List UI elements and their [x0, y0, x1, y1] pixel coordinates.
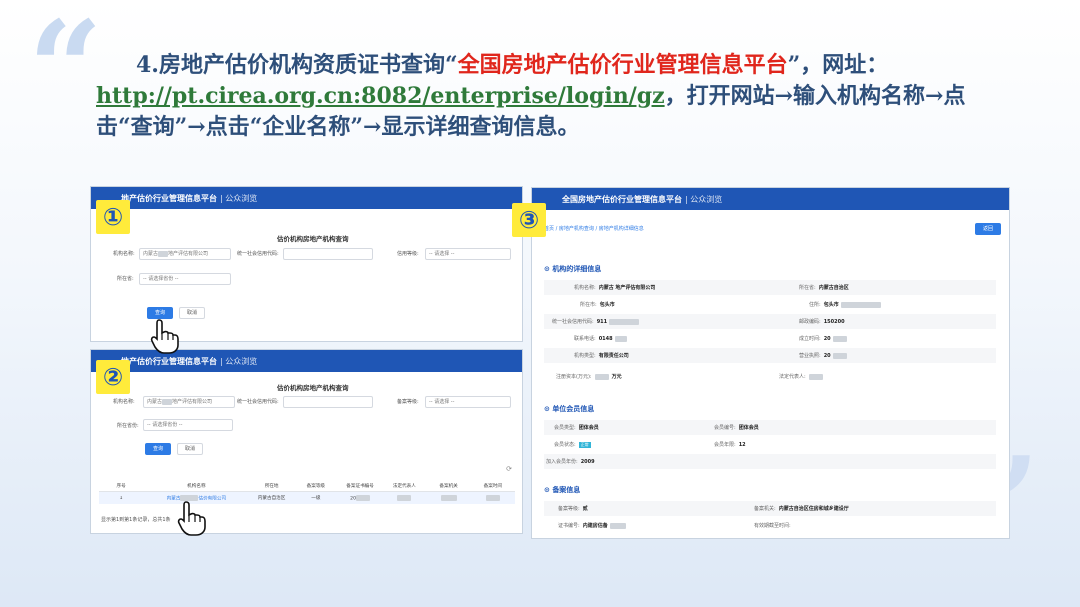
member-status-badge: 正常 [578, 442, 591, 448]
step1-region-select[interactable]: -- 请选择省份 -- [139, 273, 231, 285]
col-index: 序号 [116, 483, 126, 489]
quote-open-decoration: “ [28, 0, 103, 145]
col-authority: 备案机关 [439, 483, 458, 489]
step1-level-label: 信用等级: [397, 251, 419, 257]
col-rep: 法定代表人 [392, 483, 416, 489]
pointer-hand-icon [150, 319, 179, 354]
step2-org-name-label: 机构名称: [113, 399, 135, 405]
step1-cancel-button[interactable]: 取消 [179, 307, 205, 319]
platform-name: 全国房地产估价行业管理信息平台 [457, 52, 788, 78]
step3-screenshot: 全国房地产估价行业管理信息平台 | 公众浏览 首页 / 房地产机构查询 / 房地产… [531, 187, 1010, 539]
member-row-3: 加入会员年份: 2009 [544, 454, 996, 470]
col-org-name: 机构名称 [187, 483, 206, 489]
step1-badge: ① [96, 200, 130, 234]
row-authority [426, 494, 470, 502]
section-member-info: ⊙ 单位会员信息 [544, 405, 595, 413]
step2-org-name-input[interactable]: 内蒙古 地产评估有限公司 [143, 396, 235, 408]
step1-header: 地产估价行业管理信息平台 | 公众浏览 [91, 187, 522, 209]
member-row-1: 会员类型: 团体会员 会员编号: 团体会员 [544, 420, 996, 436]
row-level: 一级 [311, 496, 321, 501]
step2-credit-label: 统一社会信用代码: [237, 399, 279, 405]
step1-org-name-label: 机构名称: [113, 251, 135, 257]
headline-text: 4.房地产估价机构资质证书查询“全国房地产估价行业管理信息平台”，网址： http… [96, 50, 996, 143]
step1-credit-label: 统一社会信用代码: [237, 251, 279, 257]
step2-level-label: 备案等级: [397, 399, 419, 405]
results-table-header: 序号 机构名称 所在地 备案等级 备案证书编号 法定代表人 备案机关 备案时间 [99, 480, 515, 492]
step1-region-label: 所在省: [117, 276, 134, 282]
refresh-icon[interactable]: ⟳ [506, 465, 512, 473]
headline-part2: ”，网址： [787, 52, 889, 78]
step2-level-select[interactable]: -- 请选择 -- [425, 396, 511, 408]
record-row-1: 备案等级: 贰 备案机关: 内蒙古自治区住房和城乡建设厅 [544, 501, 996, 517]
step2-screenshot: 地产估价行业管理信息平台 | 公众浏览 估价机构房地产机构查询 机构名称: 内蒙古… [90, 349, 523, 534]
pager-text: 显示第1到第1条记录，总共1条 [101, 517, 171, 523]
step2-region-select[interactable]: -- 请选择省份 -- [143, 419, 233, 431]
record-row-2: 证书编号: 内建房估备 有效期截至时间: [544, 518, 996, 534]
detail-row-4: 联系电话: 0148 成立时间: 20 [544, 331, 996, 347]
col-time: 备案时间 [483, 483, 503, 489]
back-button[interactable]: 返回 [975, 223, 1001, 235]
section-org-detail: ⊙ 机构的详细信息 [544, 265, 602, 273]
row-rep [382, 494, 426, 502]
results-table: 序号 机构名称 所在地 备案等级 备案证书编号 法定代表人 备案机关 备案时间 … [99, 480, 515, 504]
step2-query-button[interactable]: 查询 [145, 443, 171, 455]
step1-org-name-input[interactable]: 内蒙古 地产评估有限公司 [139, 248, 231, 260]
step2-form-title: 估价机构房地产机构查询 [277, 384, 349, 392]
step2-badge: ② [96, 360, 130, 394]
platform-url-link[interactable]: http://pt.cirea.org.cn:8082/enterprise/l… [96, 83, 665, 109]
step1-level-select[interactable]: -- 请选择 -- [425, 248, 511, 260]
col-location: 所在地 [264, 483, 279, 489]
row-time [471, 494, 515, 502]
step3-header: 全国房地产估价行业管理信息平台 | 公众浏览 [532, 188, 1009, 210]
detail-row-2: 所在市: 包头市 住所: 包头市 [544, 297, 996, 313]
detail-row-5: 机构类型: 有限责任公司 营业执照: 20 [544, 348, 996, 364]
col-cert: 备案证书编号 [346, 483, 374, 489]
step1-form-title: 估价机构房地产机构查询 [277, 235, 349, 243]
step1-credit-input[interactable] [283, 248, 373, 260]
detail-row-1: 机构名称: 内蒙古 地产评估有限公司 所在省: 内蒙古自治区 [544, 280, 996, 296]
step2-region-label: 所在省份: [117, 423, 139, 429]
col-level: 备案等级 [306, 483, 326, 489]
table-row[interactable]: 1 内蒙古 估价有限公司 内蒙古自治区 一级 20 [99, 492, 515, 504]
member-row-2: 会员状态: 正常 会员年限: 12 [544, 437, 996, 453]
step2-credit-input[interactable] [283, 396, 373, 408]
row-index: 1 [119, 495, 123, 501]
detail-row-3: 统一社会信用代码: 911 邮政编码: 150200 [544, 314, 996, 330]
detail-row-6: 注册资本(万元): 万元 法定代表人: [544, 365, 996, 391]
breadcrumb[interactable]: 首页 / 房地产机构查询 / 房地产机构详细信息 [544, 225, 644, 232]
row-cert: 20 [338, 494, 382, 501]
step3-badge: ③ [512, 203, 546, 237]
headline-part1: 4.房地产估价机构资质证书查询“ [136, 52, 458, 78]
row-location: 内蒙古自治区 [257, 496, 286, 501]
step2-cancel-button[interactable]: 取消 [177, 443, 203, 455]
section-record-info: ⊙ 备案信息 [544, 486, 581, 494]
pointer-hand-icon [177, 501, 206, 536]
